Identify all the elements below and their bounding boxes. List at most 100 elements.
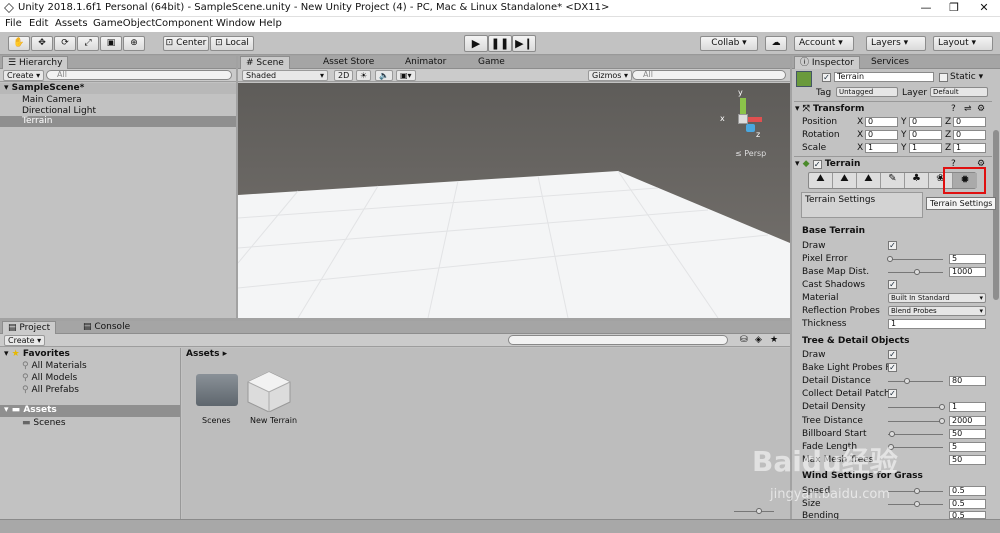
hierarchy-item-terrain[interactable]: Terrain [0,116,236,127]
scale-y-field[interactable]: 1 [909,143,942,153]
account-dropdown[interactable]: Account ▾ [794,36,854,51]
thickness-field[interactable]: 1 [888,319,986,329]
tab-services[interactable]: Services [866,56,914,69]
menu-help[interactable]: Help [259,18,282,29]
position-z-field[interactable]: 0 [953,117,986,127]
pixel-error-field[interactable]: 5 [949,254,986,264]
detail-distance-slider[interactable] [888,381,943,382]
tab-inspector[interactable]: ⓘ Inspector [794,56,860,69]
effects-dropdown-icon[interactable]: ▣▾ [396,70,416,81]
tab-asset-store[interactable]: Asset Store [318,56,379,69]
hand-tool-icon[interactable]: ✋ [8,36,30,51]
wind-bending-field[interactable]: 0.5 [949,511,986,519]
layout-dropdown[interactable]: Layout ▾ [933,36,993,51]
layers-dropdown[interactable]: Layers ▾ [866,36,926,51]
close-icon[interactable]: ✕ [970,0,998,16]
inspector-scrollbar[interactable] [993,130,999,300]
layer-dropdown[interactable]: Default [930,87,988,97]
project-create-button[interactable]: Create ▾ [4,335,46,346]
collab-button[interactable]: Collab ▾ [700,36,758,51]
shading-mode-dropdown[interactable]: Shaded ▾ [242,70,328,81]
paint-height-icon[interactable]: ⛰ [833,173,857,188]
tree-distance-knob[interactable] [939,418,945,424]
detail-density-slider[interactable] [888,407,943,408]
favorite-all-models[interactable]: ⚲ All Models [22,373,77,383]
pixel-error-slider[interactable] [888,259,943,260]
detail-density-field[interactable]: 1 [949,402,986,412]
fade-length-field[interactable]: 5 [949,442,986,452]
2d-toggle[interactable]: 2D [334,70,354,81]
rotate-tool-icon[interactable]: ⟳ [54,36,76,51]
billboard-start-slider[interactable] [888,434,943,435]
pivot-local-button[interactable]: ⊡ Local [210,36,254,51]
tree-distance-field[interactable]: 2000 [949,416,986,426]
favorites-row[interactable]: ▾ ★ Favorites [4,349,70,359]
grid-item-scenes[interactable]: Scenes [202,416,231,425]
gizmos-dropdown[interactable]: Gizmos ▾ [588,70,633,81]
scale-z-field[interactable]: 1 [953,143,986,153]
rotation-x-field[interactable]: 0 [865,130,898,140]
hierarchy-item-directional-light[interactable]: Directional Light [22,106,96,116]
scene-viewport[interactable] [238,83,790,318]
rect-tool-icon[interactable]: ▣ [100,36,122,51]
wind-size-knob[interactable] [914,501,920,507]
tree-distance-slider[interactable] [888,421,943,422]
object-name-field[interactable]: Terrain [834,72,934,82]
grid-item-new-terrain[interactable]: New Terrain [250,416,297,425]
scenes-folder-row[interactable]: ▬ Scenes [22,418,66,428]
new-terrain-icon[interactable] [246,370,292,412]
tab-console[interactable]: ▤ Console [78,321,135,334]
step-button[interactable]: ▶❙ [512,35,536,52]
menu-assets[interactable]: Assets [55,18,88,29]
draw-checkbox[interactable]: ✓ [888,241,897,250]
bake-light-probes-checkbox[interactable]: ✓ [888,363,897,372]
menu-component[interactable]: Component [155,18,213,29]
hierarchy-item-main-camera[interactable]: Main Camera [22,95,82,105]
place-trees-icon[interactable]: ♣ [905,173,929,188]
restore-icon[interactable]: ❐ [940,0,968,16]
cloud-icon[interactable]: ☁ [765,36,787,51]
tab-game[interactable]: Game [473,56,510,69]
cast-shadows-checkbox[interactable]: ✓ [888,280,897,289]
persp-label[interactable]: ≤ Persp [735,149,766,158]
wind-speed-field[interactable]: 0.5 [949,486,986,496]
scale-tool-icon[interactable]: ⤢ [77,36,99,51]
tab-hierarchy[interactable]: ☰ Hierarchy [2,56,69,69]
smooth-height-icon[interactable]: ⛰ [857,173,881,188]
reflection-probes-dropdown[interactable]: Blend Probes ▾ [888,306,986,316]
detail-distance-knob[interactable] [904,378,910,384]
gear-icon[interactable]: ⚙ [977,104,985,114]
pixel-error-knob[interactable] [887,256,893,262]
menu-edit[interactable]: Edit [29,18,48,29]
wind-speed-knob[interactable] [914,488,920,494]
move-tool-icon[interactable]: ✥ [31,36,53,51]
menu-gameobject[interactable]: GameObject [93,18,155,29]
detail-density-knob[interactable] [939,404,945,410]
billboard-start-field[interactable]: 50 [949,429,986,439]
filter-label-icon[interactable]: ◈ [755,335,762,345]
scene-root-row[interactable]: ▾ SampleScene* [0,83,236,94]
position-y-field[interactable]: 0 [909,117,942,127]
play-button[interactable]: ▶ [464,35,488,52]
raise-terrain-icon[interactable]: ⛰ [809,173,833,188]
favorite-star-icon[interactable]: ★ [770,335,778,345]
filter-type-icon[interactable]: ⛁ [740,335,748,345]
position-x-field[interactable]: 0 [865,117,898,127]
tag-dropdown[interactable]: Untagged [836,87,898,97]
wind-size-field[interactable]: 0.5 [949,499,986,509]
static-label[interactable]: Static ▾ [950,72,983,82]
base-map-dist-knob[interactable] [914,269,920,275]
help-icon[interactable]: ? [951,104,956,114]
tab-animator[interactable]: Animator [400,56,451,69]
max-mesh-trees-field[interactable]: 50 [949,455,986,465]
base-map-dist-field[interactable]: 1000 [949,267,986,277]
lighting-toggle-icon[interactable]: ☀ [356,70,372,81]
project-search-input[interactable] [508,335,728,345]
favorite-all-materials[interactable]: ⚲ All Materials [22,361,87,371]
icon-size-knob[interactable] [756,508,762,514]
scale-x-field[interactable]: 1 [865,143,898,153]
terrain-component-header[interactable]: ▾ ◆ ✓ Terrain [795,159,860,169]
audio-toggle-icon[interactable]: 🔈 [375,70,393,81]
asset-breadcrumb[interactable]: Assets ▸ [186,349,227,359]
orientation-gizmo[interactable]: y x z [718,88,766,140]
